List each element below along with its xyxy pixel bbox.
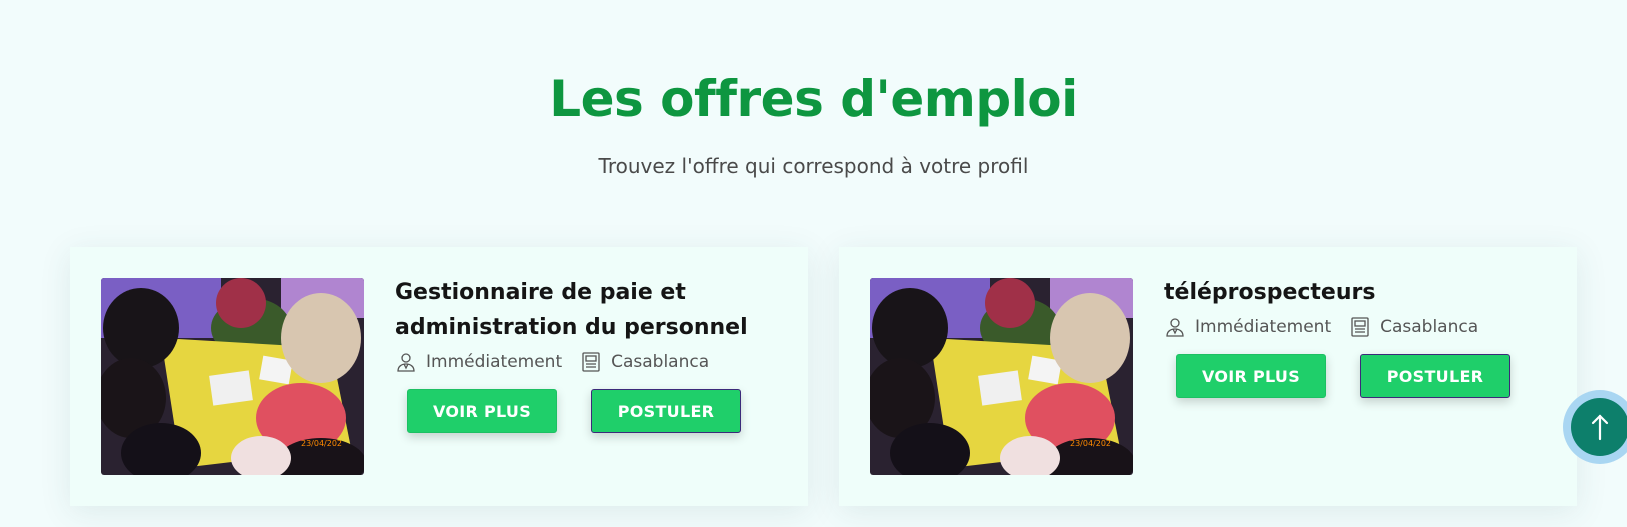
job-title[interactable]: Gestionnaire de paie et administration d… <box>395 275 788 345</box>
person-icon <box>1164 316 1186 338</box>
postuler-button[interactable]: POSTULER <box>591 389 741 433</box>
scroll-to-top-button[interactable] <box>1563 390 1627 464</box>
job-card: 23/04/202 téléprospecteurs Immédiatement <box>839 247 1577 506</box>
document-icon <box>1349 316 1371 338</box>
arrow-up-icon <box>1571 398 1627 456</box>
job-card: 23/04/202 Gestionnaire de paie et admini… <box>70 247 808 506</box>
location-text: Casablanca <box>611 352 710 372</box>
voir-plus-button[interactable]: VOIR PLUS <box>1176 354 1326 398</box>
photo-date-stamp: 23/04/202 <box>301 439 342 448</box>
location: Casablanca <box>1349 316 1478 338</box>
location-text: Casablanca <box>1380 317 1479 337</box>
job-photo: 23/04/202 <box>870 278 1133 475</box>
section-title: Les offres d'emploi <box>549 70 1078 128</box>
job-photo: 23/04/202 <box>101 278 364 475</box>
availability: Immédiatement <box>1164 316 1331 338</box>
postuler-button[interactable]: POSTULER <box>1360 354 1510 398</box>
location: Casablanca <box>580 351 709 373</box>
photo-date-stamp: 23/04/202 <box>1070 439 1111 448</box>
availability-text: Immédiatement <box>426 352 563 372</box>
availability-text: Immédiatement <box>1195 317 1332 337</box>
document-icon <box>580 351 602 373</box>
person-icon <box>395 351 417 373</box>
voir-plus-button[interactable]: VOIR PLUS <box>407 389 557 433</box>
job-title[interactable]: téléprospecteurs <box>1164 275 1557 310</box>
availability: Immédiatement <box>395 351 562 373</box>
section-subtitle: Trouvez l'offre qui correspond à votre p… <box>598 154 1029 178</box>
